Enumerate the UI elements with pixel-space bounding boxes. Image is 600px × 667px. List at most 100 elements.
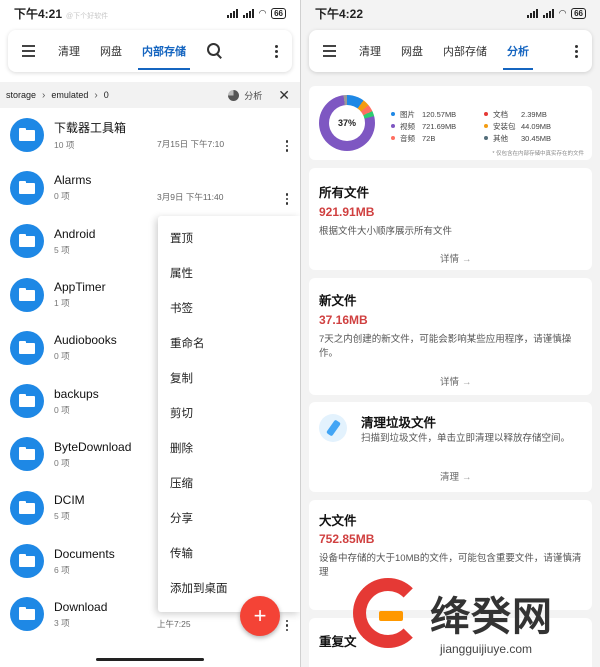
folder-icon xyxy=(10,490,44,525)
close-icon[interactable]: ✕ xyxy=(278,87,290,104)
file-browser-panel: 下午4:21 @下个好软件 ◠ 66 清理 网盘 内部存储 storage › e… xyxy=(0,0,300,667)
chevron-right-icon: › xyxy=(94,89,98,101)
status-subtitle: @下个好软件 xyxy=(66,12,109,20)
menu-item-transfer[interactable]: 传输 xyxy=(158,535,300,570)
more-icon[interactable] xyxy=(268,44,284,58)
pie-chart-icon xyxy=(228,89,240,101)
storage-summary-card: 37% 图片 120.57MB 视频 721.69MB 音频 72B 文档 2.39MB… xyxy=(309,86,592,160)
file-date: 上午7:25 xyxy=(157,618,191,629)
card-desc: 根据文件大小顺序展示所有文件 xyxy=(319,226,453,237)
menu-item-copy[interactable]: 复制 xyxy=(158,360,300,395)
watermark-logo xyxy=(353,578,423,648)
analyze-label: 分析 xyxy=(244,90,263,101)
wifi-icon: ◠ xyxy=(559,7,567,18)
all-files-card[interactable]: 所有文件 921.91MB 根据文件大小顺序展示所有文件 详情 → xyxy=(309,168,592,270)
card-desc: 设备中存储的大于10MB的文件，可能包含重要文件，请谨慎清理 xyxy=(319,553,582,578)
watermark-url: jiangguijiuye.com xyxy=(440,642,533,656)
status-time: 下午4:21 xyxy=(14,6,63,21)
analyze-button[interactable]: 分析 xyxy=(228,89,262,102)
watermark-text: 绛癸网 xyxy=(430,595,553,639)
more-icon[interactable] xyxy=(285,619,288,632)
more-icon[interactable] xyxy=(285,193,288,205)
folder-icon xyxy=(10,437,44,472)
tab-internal-storage[interactable]: 内部存储 xyxy=(433,30,497,72)
tab-cloud[interactable]: 网盘 xyxy=(391,30,433,72)
clean-button[interactable]: 清理 → xyxy=(440,469,472,483)
menu-item-share[interactable]: 分享 xyxy=(158,500,300,535)
folder-icon xyxy=(10,170,44,205)
more-icon[interactable] xyxy=(568,44,584,58)
folder-icon xyxy=(10,277,44,312)
menu-item-compress[interactable]: 压缩 xyxy=(158,465,300,500)
tab-clean[interactable]: 清理 xyxy=(349,30,391,72)
screenshot-root: 下午4:21 @下个好软件 ◠ 66 清理 网盘 内部存储 storage › e… xyxy=(0,0,600,667)
more-icon[interactable] xyxy=(285,140,288,152)
card-title: 清理垃圾文件 xyxy=(361,416,437,430)
file-name: Alarms xyxy=(54,173,92,188)
menu-icon[interactable] xyxy=(309,45,349,57)
list-item[interactable]: 下载器工具箱 10 项 7月15日 下午7:10 xyxy=(0,108,300,161)
chevron-right-icon: › xyxy=(42,89,46,101)
folder-icon xyxy=(10,384,44,419)
legend-column-2: 文档 2.39MB 安装包 44.09MB 其他 30.45MB xyxy=(484,108,551,144)
menu-item-bookmark[interactable]: 书签 xyxy=(158,290,300,325)
legend-item: 图片 120.57MB xyxy=(391,108,456,120)
card-title: 新文件 xyxy=(319,294,357,308)
file-date: 3月9日 下午11:40 xyxy=(157,192,224,203)
search-icon[interactable] xyxy=(204,40,226,62)
signal-icon-2 xyxy=(243,8,255,18)
details-button[interactable]: 详情 → xyxy=(440,374,472,388)
wifi-icon: ◠ xyxy=(259,7,267,18)
card-desc: 扫描到垃圾文件，单击立即清理以释放存储空间。 xyxy=(361,433,571,444)
app-bar: 清理 网盘 内部存储 xyxy=(8,30,292,72)
tab-internal-storage[interactable]: 内部存储 xyxy=(132,30,196,72)
menu-icon[interactable] xyxy=(8,45,48,57)
file-date: 7月15日 下午7:10 xyxy=(157,139,225,149)
add-fab-button[interactable]: + xyxy=(240,596,280,636)
status-bar: 下午4:21 @下个好软件 ◠ 66 xyxy=(0,0,300,26)
folder-icon xyxy=(10,597,44,632)
broom-icon xyxy=(319,414,347,442)
signal-icon-2 xyxy=(543,8,555,18)
card-title: 重复文 xyxy=(319,635,357,649)
legend-item: 音频 72B xyxy=(391,132,456,144)
analysis-panel: 下午4:22 ◠ 66 清理 网盘 内部存储 分析 37% 图片 120.57MB… xyxy=(301,0,600,667)
storage-note: * 仅包含在内部存储中真实存在的文件 xyxy=(492,151,584,157)
status-bar: 下午4:22 ◠ 66 xyxy=(301,0,600,26)
gesture-bar xyxy=(96,658,204,661)
tab-cloud[interactable]: 网盘 xyxy=(90,30,132,72)
menu-item-delete[interactable]: 删除 xyxy=(158,430,300,465)
tab-clean[interactable]: 清理 xyxy=(48,30,90,72)
battery-icon: 66 xyxy=(271,7,286,19)
tab-analysis[interactable]: 分析 xyxy=(497,30,539,72)
app-bar: 清理 网盘 内部存储 分析 xyxy=(309,30,592,72)
file-name: 下载器工具箱 xyxy=(54,120,127,135)
status-time: 下午4:22 xyxy=(315,6,364,21)
legend-column-1: 图片 120.57MB 视频 721.69MB 音频 72B xyxy=(391,108,456,144)
legend-item: 安装包 44.09MB xyxy=(484,120,551,132)
menu-item-cut[interactable]: 剪切 xyxy=(158,395,300,430)
folder-icon xyxy=(10,224,44,259)
breadcrumb: storage › emulated › 0 分析 ✕ xyxy=(0,82,300,108)
junk-clean-card[interactable]: 清理垃圾文件 扫描到垃圾文件，单击立即清理以释放存储空间。 清理 → xyxy=(309,402,592,492)
card-title: 所有文件 xyxy=(319,186,370,200)
storage-percent: 37% xyxy=(329,105,365,141)
card-size: 37.16MB xyxy=(319,313,368,327)
card-size: 921.91MB xyxy=(319,205,375,219)
card-desc: 7天之内创建的新文件，可能会影响某些应用程序，请谨慎操作。 xyxy=(319,334,572,359)
menu-item-properties[interactable]: 属性 xyxy=(158,255,300,290)
menu-item-add-to-desktop[interactable]: 添加到桌面 xyxy=(158,570,300,605)
card-size: 752.85MB xyxy=(319,532,375,546)
list-item[interactable]: Alarms 0 项 3月9日 下午11:40 xyxy=(0,161,300,214)
breadcrumb-0[interactable]: 0 xyxy=(104,90,109,100)
menu-item-pin[interactable]: 置顶 xyxy=(158,220,300,255)
breadcrumb-storage[interactable]: storage xyxy=(6,90,36,100)
battery-icon: 66 xyxy=(571,7,586,19)
breadcrumb-emulated[interactable]: emulated xyxy=(51,90,88,100)
legend-item: 文档 2.39MB xyxy=(484,108,551,120)
details-button[interactable]: 详情 → xyxy=(440,251,472,265)
legend-item: 视频 721.69MB xyxy=(391,120,456,132)
legend-item: 其他 30.45MB xyxy=(484,132,551,144)
new-files-card[interactable]: 新文件 37.16MB 7天之内创建的新文件，可能会影响某些应用程序，请谨慎操作… xyxy=(309,278,592,395)
menu-item-rename[interactable]: 重命名 xyxy=(158,325,300,360)
